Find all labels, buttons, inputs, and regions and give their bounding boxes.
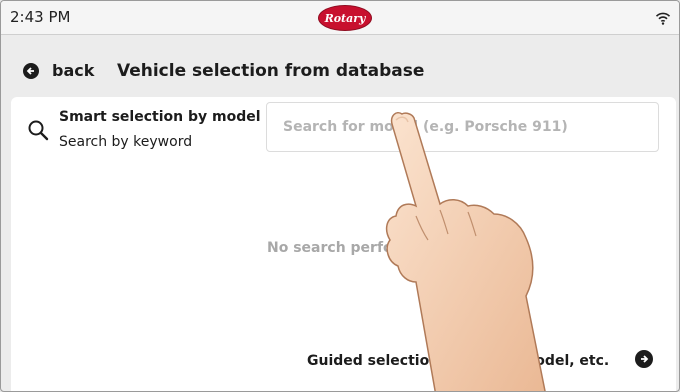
wifi-icon [655, 12, 671, 25]
search-icon [28, 120, 49, 141]
title-bar: back Vehicle selection from database [1, 35, 679, 97]
back-label: back [52, 61, 95, 80]
smart-selection-subtitle: Search by keyword [59, 134, 193, 150]
selection-panel: Smart selection by model Search by keywo… [11, 97, 676, 391]
app-window: 2:43 PM Rotary back Vehicle selection fr… [0, 0, 680, 392]
pointing-hand-icon [385, 112, 546, 391]
arrow-right-circle-icon[interactable] [635, 350, 653, 368]
rotary-logo: Rotary [319, 6, 371, 30]
back-button[interactable]: back [23, 61, 94, 80]
smart-selection-title: Smart selection by model [59, 109, 261, 125]
page-title: Vehicle selection from database [117, 61, 425, 81]
arrow-left-circle-icon [23, 62, 39, 79]
status-time: 2:43 PM [10, 8, 71, 26]
status-bar: 2:43 PM Rotary [1, 1, 679, 35]
